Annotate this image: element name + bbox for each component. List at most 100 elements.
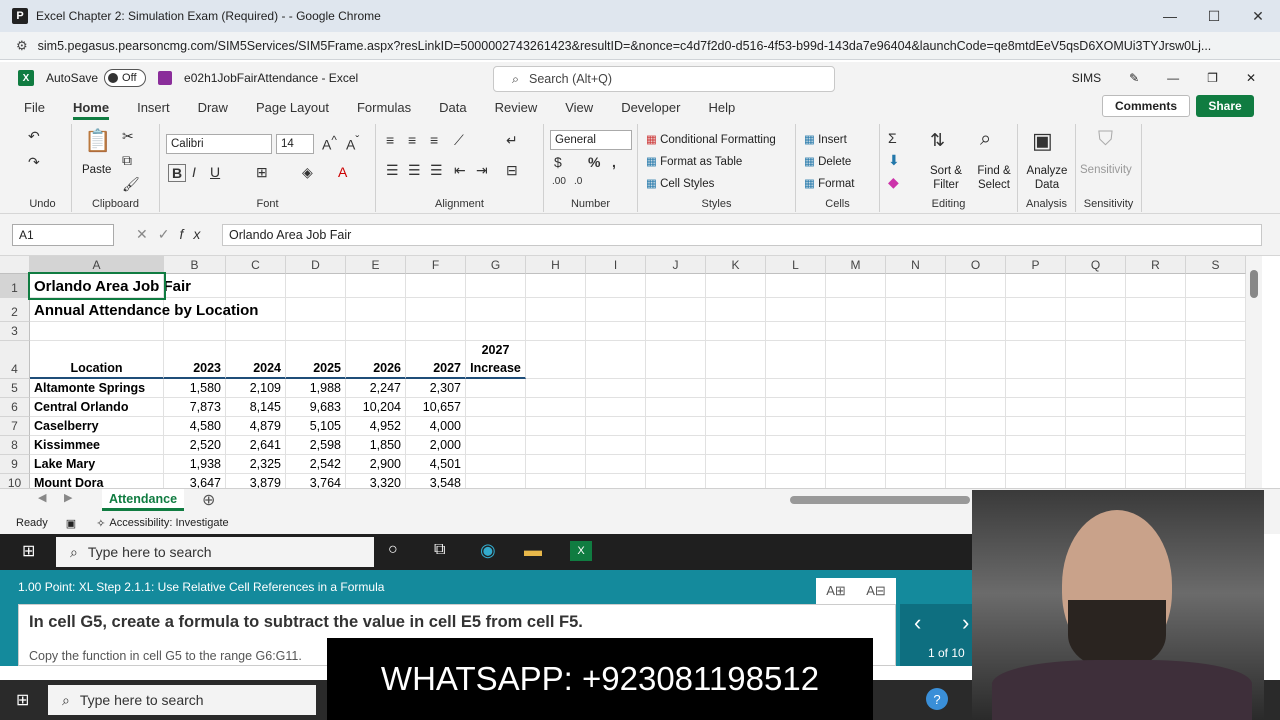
cell[interactable] [586,417,646,436]
cell[interactable] [466,398,526,417]
cell[interactable] [946,298,1006,322]
cell[interactable] [946,379,1006,398]
value-cell[interactable]: 5,105 [286,417,346,436]
cell[interactable] [1186,436,1246,455]
cortana-icon[interactable]: ○ [388,541,398,559]
row-header[interactable]: 10 [0,474,30,488]
cell[interactable] [766,398,826,417]
value-cell[interactable]: 3,764 [286,474,346,488]
cell[interactable] [1006,417,1066,436]
tab-insert[interactable]: Insert [137,100,170,115]
value-cell[interactable]: 4,501 [406,455,466,474]
font-size-select[interactable]: 14 [276,134,314,154]
tab-file[interactable]: File [24,100,45,115]
column-header[interactable]: E [346,256,406,274]
header-location[interactable]: Location [30,341,164,379]
cell[interactable] [1006,455,1066,474]
value-cell[interactable]: 2,325 [226,455,286,474]
insert-function-icon[interactable]: fx [179,226,210,242]
edge-icon[interactable]: ◉ [480,540,496,561]
column-header[interactable]: R [1126,256,1186,274]
cell[interactable] [466,417,526,436]
prev-step-icon[interactable]: ‹ [914,610,921,636]
cell[interactable] [646,474,706,488]
sort-filter-icon[interactable]: ⇅ [930,130,945,151]
cell[interactable] [1006,341,1066,379]
cell[interactable] [286,322,346,341]
cell[interactable] [226,274,286,298]
cell[interactable] [1066,436,1126,455]
value-cell[interactable]: 3,647 [164,474,226,488]
column-header[interactable]: I [586,256,646,274]
value-cell[interactable]: 2,109 [226,379,286,398]
cell[interactable] [526,298,586,322]
cell[interactable] [706,455,766,474]
cell[interactable] [164,322,226,341]
cell[interactable] [646,298,706,322]
cell[interactable] [586,274,646,298]
value-cell[interactable]: 9,683 [286,398,346,417]
add-sheet-icon[interactable]: ⊕ [202,490,215,510]
cell[interactable] [886,379,946,398]
cell[interactable] [826,341,886,379]
cell[interactable] [646,398,706,417]
column-header[interactable]: O [946,256,1006,274]
location-cell[interactable]: Lake Mary [30,455,164,474]
cell[interactable] [526,455,586,474]
cell[interactable] [466,436,526,455]
cell[interactable] [766,455,826,474]
format-painter-icon[interactable]: 🖌 [122,176,140,193]
cell[interactable] [646,417,706,436]
minimize-button[interactable]: — [1148,0,1192,32]
increase-indent-icon[interactable]: ⇥ [476,162,488,179]
fill-icon[interactable]: ⬇ [888,152,900,169]
sheet-title[interactable]: Orlando Area Job Fair [28,272,191,300]
select-all-corner[interactable] [0,256,30,274]
decrease-indent-icon[interactable]: ⇤ [454,162,466,179]
prev-sheet-icon[interactable]: ◀ [38,491,46,504]
cell[interactable] [766,379,826,398]
share-button[interactable]: Share [1196,95,1254,117]
cell[interactable] [1126,322,1186,341]
excel-minimize-button[interactable]: — [1167,71,1179,85]
cell[interactable] [646,455,706,474]
column-header[interactable]: K [706,256,766,274]
location-cell[interactable]: Central Orlando [30,398,164,417]
autosave-toggle[interactable]: Off [104,69,147,87]
sensitivity-icon[interactable]: ⛉ [1098,128,1113,151]
sensitivity-button[interactable]: Sensitivity [1080,164,1132,176]
cell[interactable] [706,379,766,398]
align-top-icon[interactable]: ≡ [386,132,394,148]
increase-font-icon[interactable]: A^ [322,134,337,153]
tab-home[interactable]: Home [72,100,110,120]
analyze-data-button[interactable]: Analyze Data [1022,164,1072,192]
format-cells-button[interactable]: ▦ Format [804,176,854,190]
cell[interactable] [706,298,766,322]
underline-icon[interactable]: U [210,164,220,180]
cell[interactable] [1186,322,1246,341]
tab-page-layout[interactable]: Page Layout [256,100,329,115]
value-cell[interactable]: 3,879 [226,474,286,488]
cell[interactable] [826,298,886,322]
analyze-data-icon[interactable]: ▣ [1032,128,1053,154]
value-cell[interactable]: 8,145 [226,398,286,417]
help-icon[interactable]: ? [926,688,948,710]
align-center-icon[interactable]: ☰ [408,162,421,179]
cell[interactable] [466,455,526,474]
cell[interactable] [646,341,706,379]
conditional-formatting-button[interactable]: ▦ Conditional Formatting [646,132,776,146]
cell[interactable] [586,341,646,379]
cell[interactable] [1126,379,1186,398]
value-cell[interactable]: 2,520 [164,436,226,455]
value-cell[interactable]: 1,938 [164,455,226,474]
value-cell[interactable]: 2,307 [406,379,466,398]
cell[interactable] [466,298,526,322]
value-cell[interactable]: 2,542 [286,455,346,474]
cell[interactable] [886,436,946,455]
cell[interactable] [1006,274,1066,298]
address-bar[interactable]: ⚙ sim5.pegasus.pearsoncmg.com/SIM5Servic… [0,32,1280,60]
cell[interactable] [886,398,946,417]
enter-icon[interactable]: ✓ [158,226,180,242]
row-header[interactable]: 9 [0,455,30,474]
user-name[interactable]: SIMS [1072,71,1101,85]
